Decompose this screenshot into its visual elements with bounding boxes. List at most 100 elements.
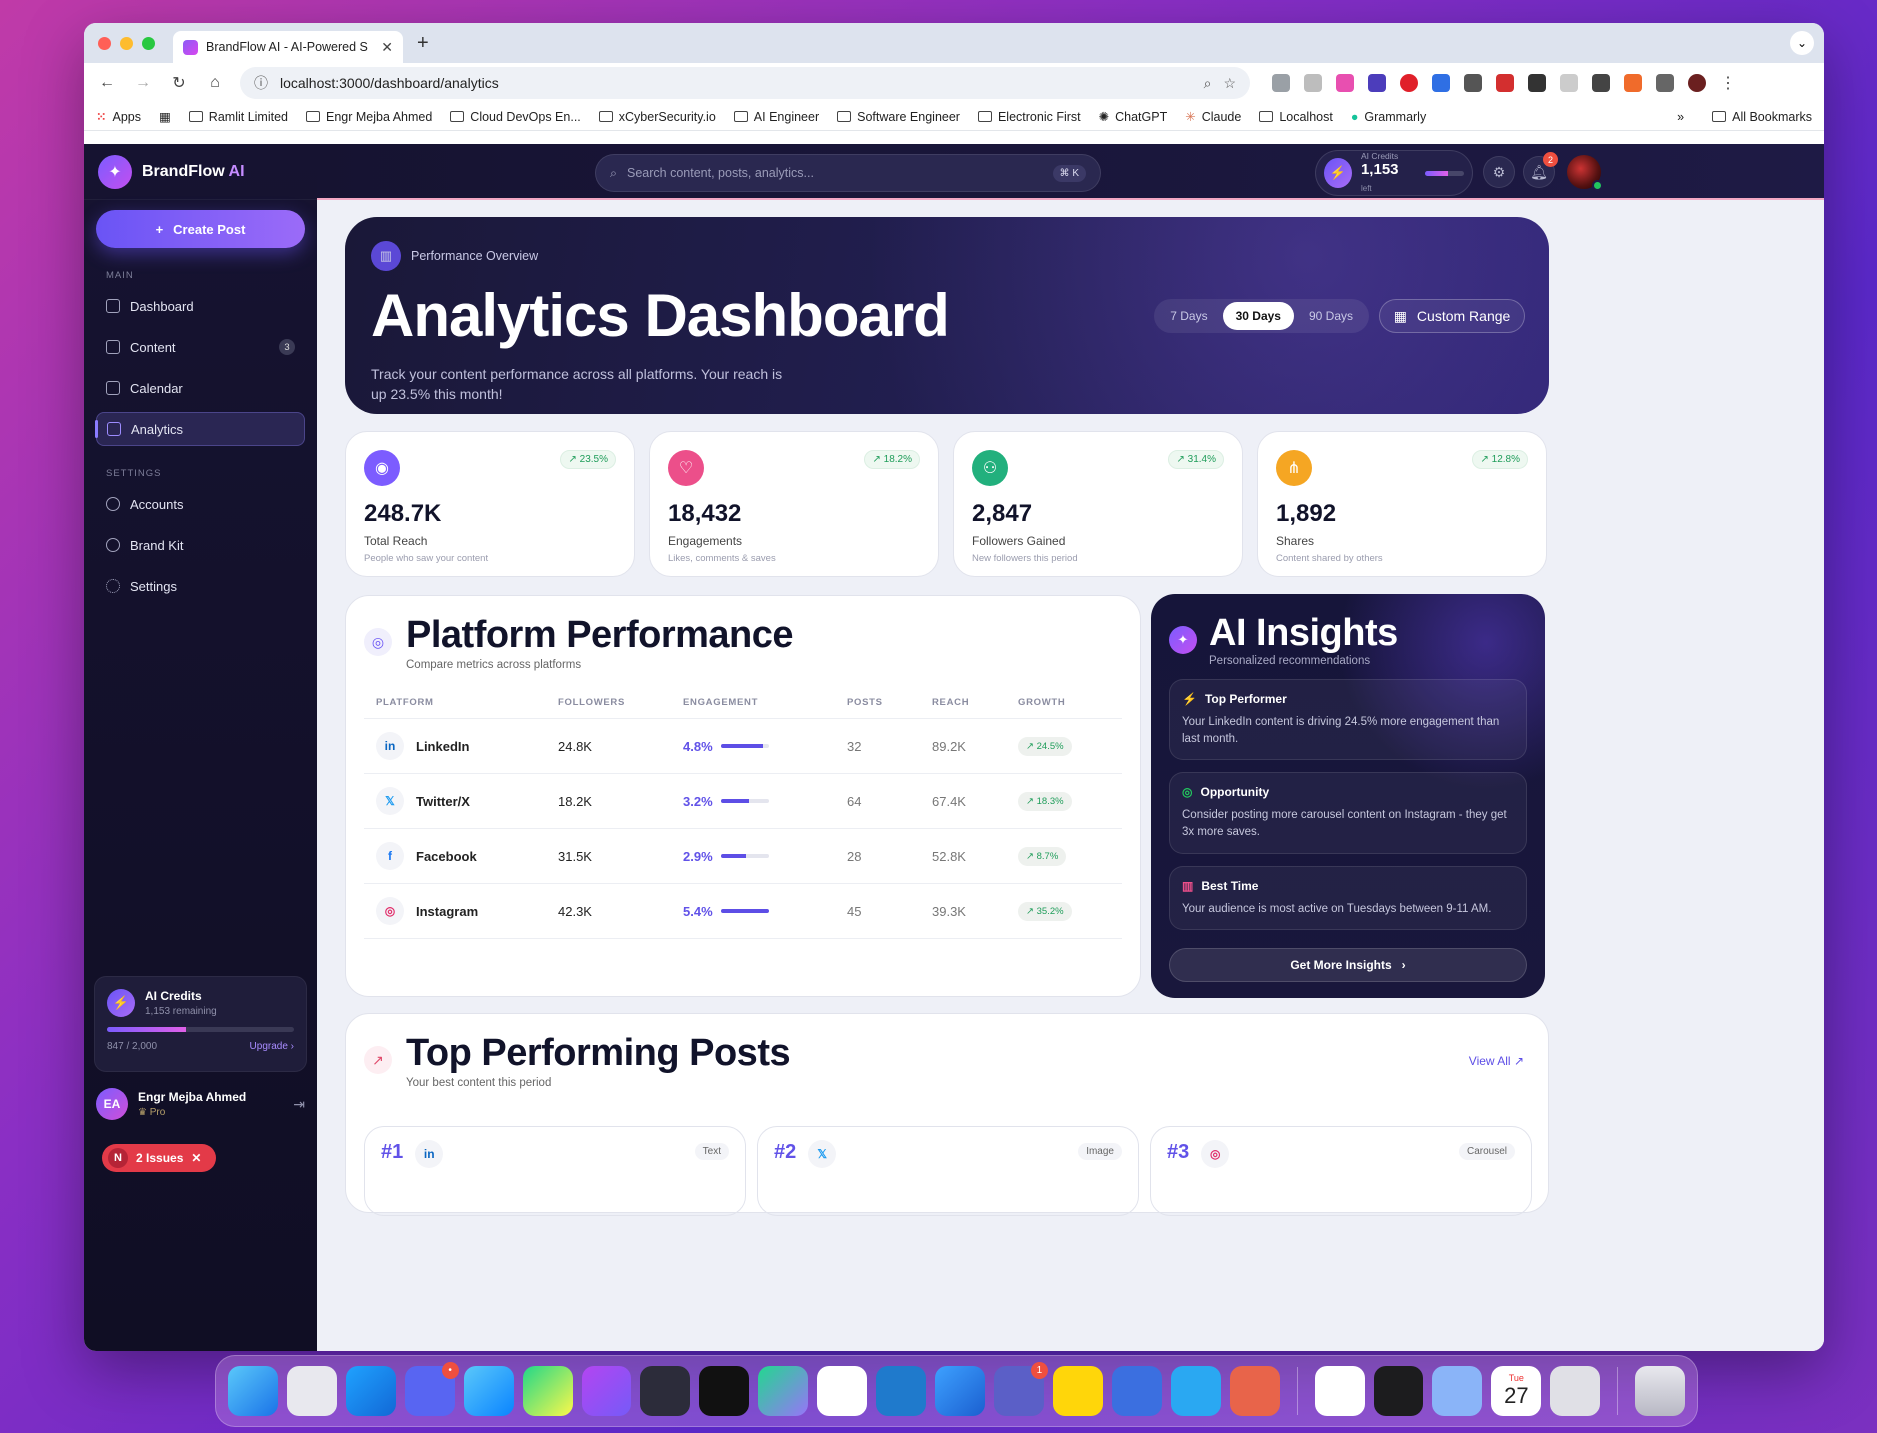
brand[interactable]: ✦ BrandFlow AI [84, 144, 317, 200]
logout-icon[interactable]: ⇥ [293, 1096, 305, 1113]
browser-menu-icon[interactable]: ⋮ [1720, 73, 1736, 93]
finder-icon[interactable] [228, 1366, 278, 1416]
close-window-button[interactable] [98, 36, 111, 50]
table-row[interactable]: 𝕏 Twitter/X 18.2K 3.2% 64 67.4K ↗ 18.3% [364, 773, 1122, 829]
view-all-link[interactable]: View All ↗ [1469, 1054, 1524, 1068]
extension-icon[interactable] [1464, 74, 1482, 92]
zoom-icon[interactable]: ⌕ [1204, 75, 1212, 92]
app-store-icon[interactable] [345, 1366, 396, 1416]
issues-badge[interactable]: N 2 Issues ✕ [102, 1144, 216, 1172]
bookmark-folder[interactable]: Electronic First [977, 110, 1081, 124]
forward-button[interactable]: → [132, 74, 154, 92]
teams-icon[interactable]: 1 [993, 1362, 1048, 1416]
insight-opportunity[interactable]: ◎ Opportunity Consider posting more carou… [1169, 772, 1527, 854]
range-90-days[interactable]: 90 Days [1296, 302, 1366, 330]
discord-icon[interactable]: • [404, 1362, 459, 1416]
table-row[interactable]: f Facebook 31.5K 2.9% 28 52.8K ↗ 8.7% [364, 828, 1122, 884]
sidebar-item-accounts[interactable]: Accounts [96, 487, 305, 521]
bookmark-folder[interactable]: Engr Mejba Ahmed [305, 110, 432, 124]
bookmark-folder[interactable]: Software Engineer [837, 110, 960, 124]
extension-icon[interactable] [1400, 74, 1418, 92]
upgrade-link[interactable]: Upgrade › [250, 1041, 294, 1052]
extension-icon[interactable] [1528, 74, 1546, 92]
sidebar-item-content[interactable]: Content 3 [96, 330, 305, 364]
sidebar-item-dashboard[interactable]: Dashboard [96, 289, 305, 323]
bookmark-grammarly[interactable]: ● Grammarly [1351, 110, 1426, 124]
bookmark-folder[interactable]: AI Engineer [733, 110, 819, 124]
close-icon[interactable]: ✕ [191, 1151, 201, 1165]
trash-icon[interactable] [1635, 1366, 1686, 1416]
search-input[interactable]: ⌕ Search content, posts, analytics... ⌘ … [595, 154, 1101, 192]
cursor-icon[interactable] [699, 1366, 750, 1416]
safari-icon[interactable] [463, 1366, 514, 1416]
more-bookmarks-icon[interactable]: » [1677, 110, 1684, 124]
all-bookmarks[interactable]: All Bookmarks [1712, 110, 1812, 124]
bookmark-claude[interactable]: ✳ Claude [1185, 109, 1241, 125]
ai-credits-pill[interactable]: ⚡ AI Credits 1,153 left [1315, 150, 1473, 196]
sidebar-item-analytics[interactable]: Analytics [95, 412, 305, 446]
browser-tab[interactable]: BrandFlow AI - AI-Powered S ✕ [173, 31, 403, 63]
site-info-icon[interactable]: ⓘ [254, 73, 268, 93]
extension-icon[interactable] [1336, 74, 1354, 92]
sidebar-item-calendar[interactable]: Calendar [96, 371, 305, 405]
bookmark-tab-groups[interactable]: ▦ [159, 109, 171, 124]
chrome-icon[interactable] [817, 1366, 868, 1416]
create-post-button[interactable]: + Create Post [96, 210, 305, 248]
launchpad-icon[interactable] [286, 1366, 337, 1416]
pycharm-icon[interactable] [522, 1366, 573, 1416]
bookmark-star-icon[interactable]: ☆ [1223, 75, 1236, 92]
reload-button[interactable]: ↻ [168, 73, 190, 93]
vscode-icon[interactable] [876, 1366, 927, 1416]
table-row[interactable]: in LinkedIn 24.8K 4.8% 32 89.2K ↗ 24.5% [364, 718, 1122, 774]
user-profile[interactable]: EA Engr Mejba Ahmed ♛ Pro ⇥ [96, 1088, 305, 1120]
table-row[interactable]: ◎ Instagram 42.3K 5.4% 45 39.3K ↗ 35.2% [364, 883, 1122, 939]
insight-best-time[interactable]: ▥ Best Time Your audience is most active … [1169, 865, 1527, 931]
extension-icon[interactable] [1304, 74, 1322, 92]
close-tab-icon[interactable]: ✕ [381, 39, 393, 56]
notes-icon[interactable] [1052, 1366, 1103, 1416]
get-more-insights-button[interactable]: Get More Insights › [1169, 948, 1527, 983]
extension-icon[interactable] [1560, 74, 1578, 92]
custom-range-button[interactable]: ▦ Custom Range [1379, 299, 1525, 333]
maximize-window-button[interactable] [142, 36, 155, 50]
home-button[interactable]: ⌂ [204, 74, 226, 92]
quicktime-icon[interactable] [1170, 1366, 1221, 1416]
insight-top-performer[interactable]: ⚡ Top Performer Your LinkedIn content is … [1169, 679, 1527, 761]
extension-icon[interactable] [1368, 74, 1386, 92]
xcode-icon[interactable] [935, 1366, 985, 1416]
extension-icon[interactable] [1592, 74, 1610, 92]
extension-icon[interactable] [1624, 74, 1642, 92]
sidebar-item-settings[interactable]: Settings [96, 569, 305, 603]
new-tab-button[interactable]: + [417, 32, 429, 55]
datagrip-icon[interactable] [758, 1366, 809, 1416]
terminal-icon[interactable] [1373, 1366, 1424, 1416]
bookmark-apps[interactable]: ⁙ Apps [96, 109, 141, 125]
post-card[interactable]: #2 𝕏 Image [757, 1126, 1139, 1216]
bookmark-folder[interactable]: Cloud DevOps En... [450, 110, 581, 124]
bookmark-folder[interactable]: Ramlit Limited [188, 110, 288, 124]
extension-icon[interactable] [1496, 74, 1514, 92]
notifications-bell-icon[interactable]: 🔔︎ 2 [1523, 152, 1558, 188]
extensions-puzzle-icon[interactable] [1656, 74, 1674, 92]
bookmark-chatgpt[interactable]: ✺ ChatGPT [1099, 109, 1168, 125]
post-card[interactable]: #1 in Text [364, 1126, 746, 1216]
sidebar-item-brand-kit[interactable]: Brand Kit [96, 528, 305, 562]
disk-utility-icon[interactable] [1432, 1366, 1483, 1416]
back-button[interactable]: ← [96, 74, 118, 92]
extension-icon[interactable] [1272, 74, 1290, 92]
extension-icon[interactable] [1432, 74, 1450, 92]
phpstorm-icon[interactable] [581, 1366, 632, 1416]
address-bar[interactable]: ⓘ localhost:3000/dashboard/analytics ⌕ ☆ [240, 67, 1250, 99]
post-card[interactable]: #3 ◎ Carousel [1150, 1126, 1532, 1216]
slack-icon[interactable] [1314, 1366, 1365, 1416]
instruments-icon[interactable] [640, 1366, 691, 1416]
bookmark-folder[interactable]: Localhost [1259, 110, 1333, 124]
claude-app-icon[interactable] [1229, 1366, 1280, 1416]
simulator-icon[interactable] [1111, 1366, 1162, 1416]
bookmark-folder[interactable]: xCyberSecurity.io [598, 110, 716, 124]
calendar-app-icon[interactable]: Tue 27 [1491, 1366, 1542, 1416]
settings-gear-icon[interactable]: ⚙ [1483, 156, 1515, 188]
url-text[interactable]: localhost:3000/dashboard/analytics [280, 75, 1192, 91]
range-30-days[interactable]: 30 Days [1222, 302, 1294, 330]
range-7-days[interactable]: 7 Days [1157, 302, 1220, 330]
